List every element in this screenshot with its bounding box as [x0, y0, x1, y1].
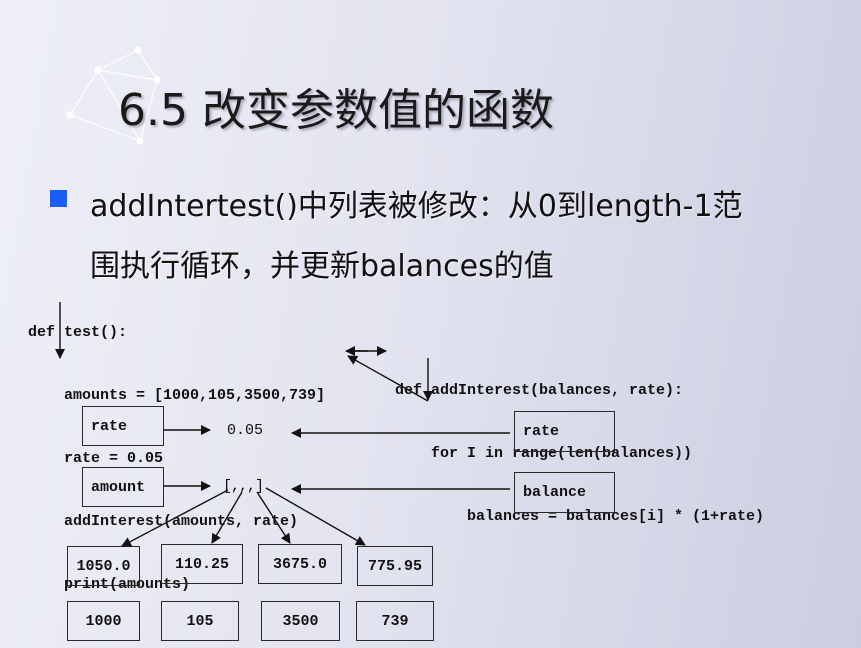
- old-value: 739: [381, 612, 409, 630]
- var-label: amount: [91, 478, 146, 496]
- var-label: balance: [523, 484, 587, 501]
- old-value: 105: [186, 612, 214, 630]
- var-label: rate: [523, 423, 560, 440]
- old-value-box: 739: [356, 601, 434, 641]
- bullet-text: addIntertest()中列表被修改：从0到length-1范 围执行循环，…: [90, 177, 830, 297]
- new-value: 775.95: [367, 557, 422, 575]
- code-line: rate = 0.05: [28, 450, 164, 467]
- code-line: amounts = [1000,105,3500,739]: [28, 387, 326, 404]
- new-value-box: 1050.0: [67, 546, 140, 586]
- old-value: 1000: [85, 612, 122, 630]
- new-value-box: 775.95: [357, 546, 433, 586]
- new-value: 110.25: [174, 555, 229, 573]
- var-box-rate-left: rate: [82, 406, 164, 446]
- code-line: def addInterest(balances, rate):: [395, 382, 684, 399]
- bullet-square-icon: [50, 190, 67, 207]
- slide-title: 6.5 改变参数值的函数: [118, 85, 554, 136]
- var-box-balance: balance: [514, 472, 615, 513]
- bullet-line-1: addIntertest()中列表被修改：从0到length-1范: [90, 189, 743, 224]
- new-value-box: 3675.0: [258, 544, 342, 584]
- code-line: def test():: [28, 324, 128, 341]
- var-label: rate: [91, 417, 128, 435]
- old-value-box: 3500: [261, 601, 340, 641]
- old-value-box: 105: [161, 601, 239, 641]
- var-box-rate-right: rate: [514, 411, 615, 452]
- code-line: addInterest(amounts, rate): [28, 513, 299, 530]
- old-value: 3500: [282, 612, 319, 630]
- list-value: [,,,]: [223, 478, 264, 495]
- rate-value: 0.05: [227, 422, 264, 439]
- var-box-amount: amount: [82, 467, 164, 507]
- old-value-box: 1000: [67, 601, 140, 641]
- new-value: 1050.0: [76, 557, 131, 575]
- new-value-box: 110.25: [161, 544, 243, 584]
- new-value: 3675.0: [272, 555, 327, 573]
